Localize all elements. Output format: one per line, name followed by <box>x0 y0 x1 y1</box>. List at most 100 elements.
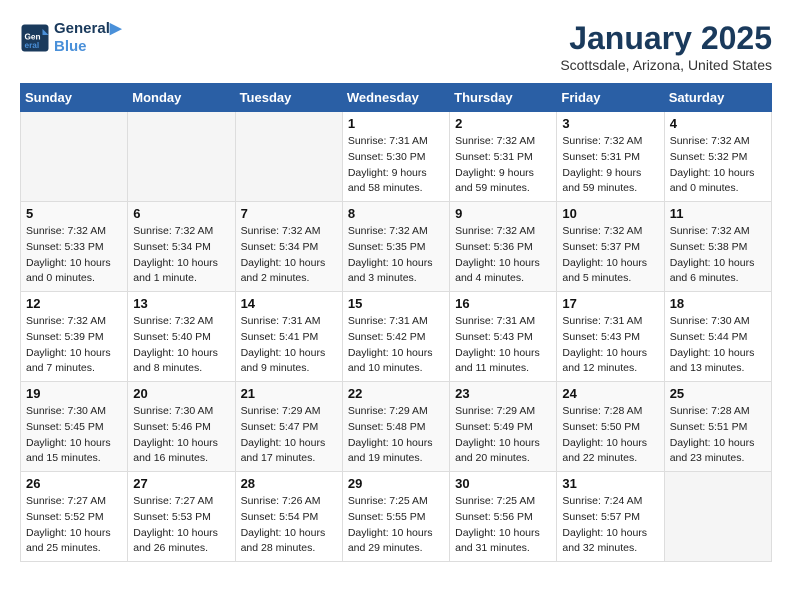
sunset-time: 5:39 PM <box>65 331 104 343</box>
sunrise-label: Sunrise: <box>455 135 496 147</box>
sunrise-time: 7:24 AM <box>604 495 643 507</box>
sunset-time: 5:57 PM <box>601 511 640 523</box>
day-number: 31 <box>562 476 658 491</box>
sunset-label: Sunset: <box>26 511 65 523</box>
sunrise-time: 7:26 AM <box>282 495 321 507</box>
calendar-cell: 7 Sunrise: 7:32 AM Sunset: 5:34 PM Dayli… <box>235 202 342 292</box>
daylight-label: Daylight: <box>562 347 606 359</box>
sunset-label: Sunset: <box>241 241 280 253</box>
day-info: Sunrise: 7:29 AM Sunset: 5:49 PM Dayligh… <box>455 404 551 467</box>
day-number: 25 <box>670 386 766 401</box>
day-number: 28 <box>241 476 337 491</box>
day-info: Sunrise: 7:32 AM Sunset: 5:31 PM Dayligh… <box>455 134 551 197</box>
day-info: Sunrise: 7:27 AM Sunset: 5:53 PM Dayligh… <box>133 494 229 557</box>
calendar-cell: 3 Sunrise: 7:32 AM Sunset: 5:31 PM Dayli… <box>557 112 664 202</box>
sunrise-label: Sunrise: <box>241 495 282 507</box>
sunrise-time: 7:30 AM <box>67 405 106 417</box>
day-number: 9 <box>455 206 551 221</box>
daylight-label: Daylight: <box>455 347 499 359</box>
daylight-label: Daylight: <box>455 257 499 269</box>
sunset-label: Sunset: <box>455 151 494 163</box>
daylight-label: Daylight: <box>670 167 714 179</box>
sunset-time: 5:49 PM <box>494 421 533 433</box>
day-number: 23 <box>455 386 551 401</box>
daylight-label: Daylight: <box>562 527 606 539</box>
day-number: 21 <box>241 386 337 401</box>
day-number: 5 <box>26 206 122 221</box>
sunset-time: 5:48 PM <box>386 421 425 433</box>
sunset-time: 5:37 PM <box>601 241 640 253</box>
daylight-label: Daylight: <box>133 527 177 539</box>
sunset-time: 5:40 PM <box>172 331 211 343</box>
sunrise-label: Sunrise: <box>348 135 389 147</box>
sunset-label: Sunset: <box>26 331 65 343</box>
day-info: Sunrise: 7:26 AM Sunset: 5:54 PM Dayligh… <box>241 494 337 557</box>
sunrise-time: 7:32 AM <box>604 135 643 147</box>
sunrise-label: Sunrise: <box>133 405 174 417</box>
sunset-time: 5:50 PM <box>601 421 640 433</box>
sunset-label: Sunset: <box>455 241 494 253</box>
calendar-cell: 31 Sunrise: 7:24 AM Sunset: 5:57 PM Dayl… <box>557 472 664 562</box>
sunrise-label: Sunrise: <box>455 225 496 237</box>
daylight-label: Daylight: <box>133 257 177 269</box>
sunrise-label: Sunrise: <box>455 315 496 327</box>
sunset-time: 5:34 PM <box>172 241 211 253</box>
sunset-time: 5:53 PM <box>172 511 211 523</box>
weekday-header-thursday: Thursday <box>450 84 557 112</box>
day-info: Sunrise: 7:31 AM Sunset: 5:43 PM Dayligh… <box>455 314 551 377</box>
sunset-label: Sunset: <box>348 151 387 163</box>
calendar-cell: 6 Sunrise: 7:32 AM Sunset: 5:34 PM Dayli… <box>128 202 235 292</box>
day-number: 26 <box>26 476 122 491</box>
day-info: Sunrise: 7:32 AM Sunset: 5:33 PM Dayligh… <box>26 224 122 287</box>
sunrise-label: Sunrise: <box>562 135 603 147</box>
sunset-time: 5:30 PM <box>386 151 425 163</box>
day-number: 18 <box>670 296 766 311</box>
calendar-week-row: 12 Sunrise: 7:32 AM Sunset: 5:39 PM Dayl… <box>21 292 772 382</box>
sunrise-label: Sunrise: <box>26 405 67 417</box>
day-info: Sunrise: 7:32 AM Sunset: 5:37 PM Dayligh… <box>562 224 658 287</box>
sunrise-label: Sunrise: <box>455 405 496 417</box>
day-info: Sunrise: 7:32 AM Sunset: 5:34 PM Dayligh… <box>133 224 229 287</box>
sunrise-label: Sunrise: <box>455 495 496 507</box>
day-number: 29 <box>348 476 444 491</box>
calendar-cell: 27 Sunrise: 7:27 AM Sunset: 5:53 PM Dayl… <box>128 472 235 562</box>
sunset-time: 5:46 PM <box>172 421 211 433</box>
sunset-time: 5:56 PM <box>494 511 533 523</box>
sunset-label: Sunset: <box>562 421 601 433</box>
calendar-cell: 28 Sunrise: 7:26 AM Sunset: 5:54 PM Dayl… <box>235 472 342 562</box>
calendar-cell: 1 Sunrise: 7:31 AM Sunset: 5:30 PM Dayli… <box>342 112 449 202</box>
sunrise-time: 7:28 AM <box>711 405 750 417</box>
sunset-time: 5:54 PM <box>279 511 318 523</box>
sunrise-time: 7:32 AM <box>67 225 106 237</box>
day-number: 17 <box>562 296 658 311</box>
sunrise-time: 7:31 AM <box>389 315 428 327</box>
calendar-cell: 10 Sunrise: 7:32 AM Sunset: 5:37 PM Dayl… <box>557 202 664 292</box>
sunset-label: Sunset: <box>348 421 387 433</box>
day-number: 20 <box>133 386 229 401</box>
day-number: 14 <box>241 296 337 311</box>
sunset-time: 5:45 PM <box>65 421 104 433</box>
sunrise-label: Sunrise: <box>562 315 603 327</box>
logo-icon: Gen eral <box>20 23 50 53</box>
day-number: 13 <box>133 296 229 311</box>
calendar-cell: 21 Sunrise: 7:29 AM Sunset: 5:47 PM Dayl… <box>235 382 342 472</box>
sunrise-label: Sunrise: <box>241 405 282 417</box>
sunset-time: 5:47 PM <box>279 421 318 433</box>
calendar-week-row: 19 Sunrise: 7:30 AM Sunset: 5:45 PM Dayl… <box>21 382 772 472</box>
daylight-label: Daylight: <box>133 437 177 449</box>
calendar-table: SundayMondayTuesdayWednesdayThursdayFrid… <box>20 83 772 562</box>
sunset-label: Sunset: <box>670 421 709 433</box>
calendar-cell <box>235 112 342 202</box>
daylight-label: Daylight: <box>670 347 714 359</box>
day-info: Sunrise: 7:30 AM Sunset: 5:45 PM Dayligh… <box>26 404 122 467</box>
daylight-label: Daylight: <box>133 347 177 359</box>
day-number: 7 <box>241 206 337 221</box>
sunrise-label: Sunrise: <box>241 315 282 327</box>
calendar-cell: 14 Sunrise: 7:31 AM Sunset: 5:41 PM Dayl… <box>235 292 342 382</box>
day-info: Sunrise: 7:30 AM Sunset: 5:46 PM Dayligh… <box>133 404 229 467</box>
day-info: Sunrise: 7:31 AM Sunset: 5:41 PM Dayligh… <box>241 314 337 377</box>
sunset-time: 5:52 PM <box>65 511 104 523</box>
sunrise-label: Sunrise: <box>670 225 711 237</box>
sunset-label: Sunset: <box>455 331 494 343</box>
sunrise-time: 7:27 AM <box>67 495 106 507</box>
